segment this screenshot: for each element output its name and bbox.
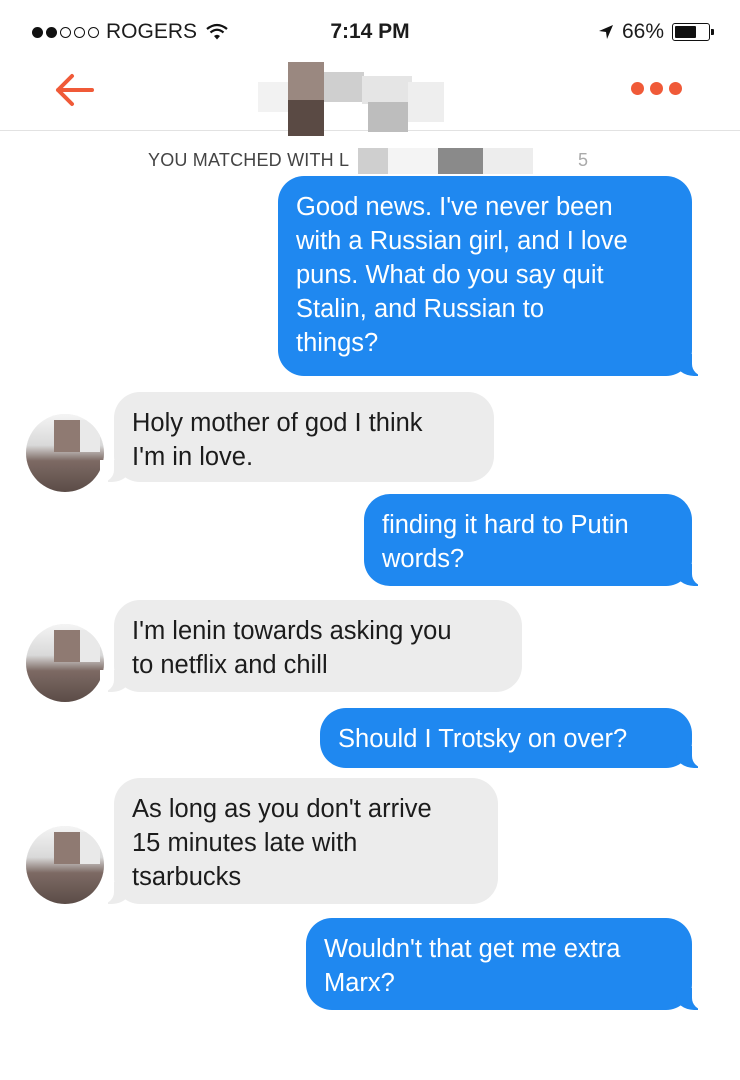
message-text: Should I Trotsky on over? [338, 725, 628, 753]
more-dots-icon[interactable] [631, 82, 682, 95]
message-bubble-sent[interactable]: Good news. I've never been with a Russia… [278, 176, 706, 376]
message-text: finding it hard to Putin words? [382, 511, 629, 573]
message-bubble-received[interactable]: Holy mother of god I think I'm in love. [100, 392, 494, 482]
battery-icon [672, 23, 714, 41]
match-banner-name-blurred: 5 [358, 148, 608, 174]
avatar[interactable] [26, 624, 104, 702]
message-text: As long as you don't arrive 15 minutes l… [132, 795, 432, 891]
avatar[interactable] [26, 826, 104, 904]
battery-fill [675, 26, 697, 38]
message-bubble-sent[interactable]: Wouldn't that get me extra Marx? [306, 918, 706, 1010]
match-banner-trailing: 5 [578, 150, 589, 170]
match-profile-photo[interactable] [258, 62, 448, 136]
match-banner: YOU MATCHED WITH L 5 [0, 148, 740, 174]
message-text: I'm lenin towards asking you to netflix … [132, 617, 452, 679]
message-bubble-sent[interactable]: Should I Trotsky on over? [320, 708, 706, 768]
battery-percent: 66% [621, 20, 664, 43]
message-bubble-received[interactable]: As long as you don't arrive 15 minutes l… [100, 778, 498, 904]
match-banner-text: YOU MATCHED WITH L [148, 150, 350, 170]
message-bubble-received[interactable]: I'm lenin towards asking you to netflix … [100, 600, 522, 692]
chat-header [0, 60, 740, 136]
message-text: Holy mother of god I think I'm in love. [132, 409, 423, 471]
location-arrow-icon [598, 25, 613, 39]
message-text: Good news. I've never been with a Russia… [296, 193, 628, 357]
back-arrow-icon[interactable] [50, 70, 100, 110]
status-bar: ROGERS 7:14 PM 66% [0, 0, 740, 60]
avatar[interactable] [26, 414, 104, 492]
message-text: Wouldn't that get me extra Marx? [324, 935, 621, 997]
message-bubble-sent[interactable]: finding it hard to Putin words? [364, 494, 706, 586]
status-right: 66% [598, 20, 714, 44]
